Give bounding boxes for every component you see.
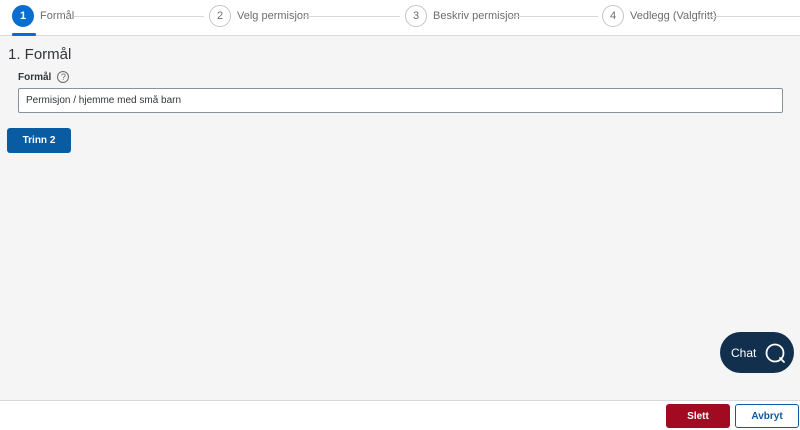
step-connector bbox=[74, 16, 204, 17]
step-3-label: Beskriv permisjon bbox=[433, 10, 520, 22]
chat-label: Chat bbox=[731, 345, 757, 360]
step-4-number: 4 bbox=[602, 5, 624, 27]
step-2-number: 2 bbox=[209, 5, 231, 27]
cancel-button[interactable]: Avbryt bbox=[735, 404, 799, 428]
active-step-indicator bbox=[12, 33, 36, 36]
question-mark-icon[interactable]: ? bbox=[57, 71, 70, 83]
delete-button[interactable]: Slett bbox=[666, 404, 730, 428]
step-2[interactable]: 2 Velg permisjon bbox=[209, 4, 309, 28]
step-4[interactable]: 4 Vedlegg (Valgfritt) bbox=[602, 4, 717, 28]
chat-button[interactable]: Chat bbox=[720, 332, 794, 373]
chat-bubble-icon bbox=[765, 343, 785, 363]
step-1-label: Formål bbox=[40, 10, 75, 22]
purpose-input[interactable] bbox=[18, 88, 783, 113]
section-title: 1. Formål bbox=[8, 46, 72, 63]
step-3-number: 3 bbox=[405, 5, 427, 27]
step-4-label: Vedlegg (Valgfritt) bbox=[630, 10, 717, 22]
wizard-stepper: 1 Formål 2 Velg permisjon 3 Beskriv perm… bbox=[0, 0, 800, 36]
next-step-button[interactable]: Trinn 2 bbox=[7, 128, 71, 153]
step-connector bbox=[302, 16, 400, 17]
step-connector bbox=[708, 16, 800, 17]
step-3[interactable]: 3 Beskriv permisjon bbox=[405, 4, 520, 28]
step-1-number: 1 bbox=[12, 5, 34, 27]
step-connector bbox=[510, 16, 598, 17]
purpose-label-row: Formål ? bbox=[18, 71, 70, 83]
purpose-label: Formål bbox=[18, 71, 52, 83]
step-2-label: Velg permisjon bbox=[237, 10, 310, 22]
step-1[interactable]: 1 Formål bbox=[12, 4, 74, 28]
